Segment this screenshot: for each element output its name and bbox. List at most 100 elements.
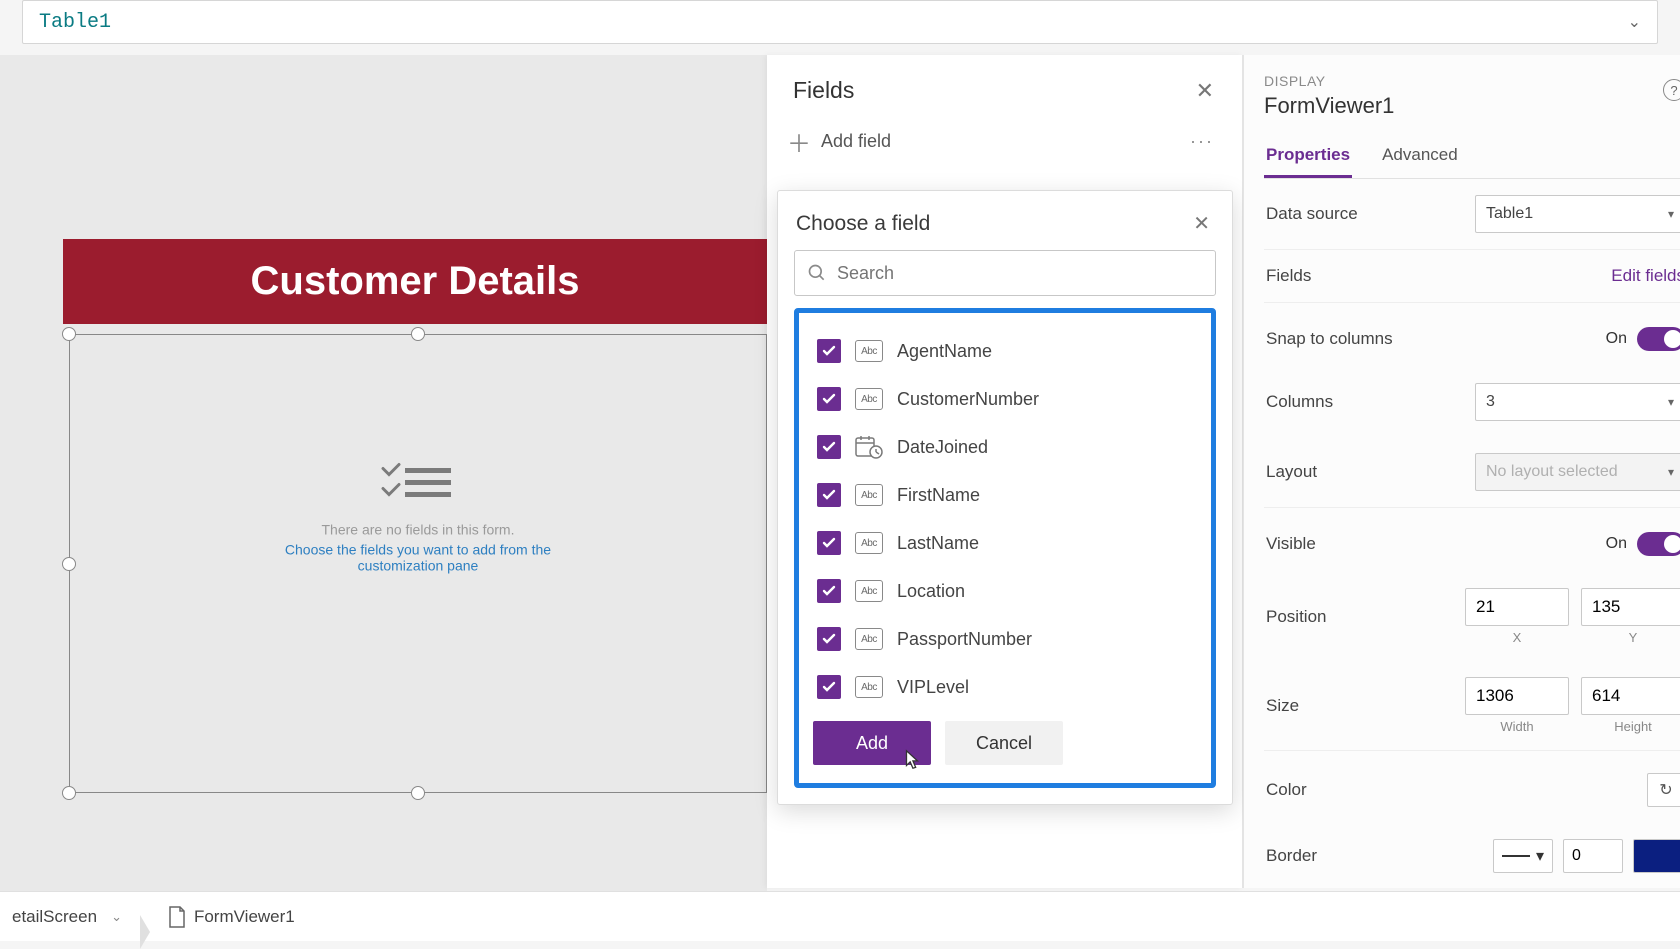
color-reset-button[interactable]: ↻ [1647,773,1680,807]
screen-title: Customer Details [251,259,580,304]
properties-panel: DISPLAY FormViewer1 ? Properties Advance… [1243,55,1680,888]
field-row[interactable]: Abc AgentName [807,327,1203,375]
field-search-input[interactable] [794,250,1216,296]
field-checkbox[interactable] [817,675,841,699]
breadcrumb: etailScreen ⌄ FormViewer1 [0,891,1680,941]
form-viewer-selection[interactable]: There are no fields in this form. Choose… [69,334,767,793]
resize-handle-ml[interactable] [62,557,76,571]
fields-panel-title: Fields [793,77,854,104]
formula-expand-icon[interactable]: ⌄ [1628,12,1641,32]
text-type-icon: Abc [855,676,883,698]
position-y-input[interactable] [1581,588,1680,626]
layout-dropdown[interactable]: No layout selected ▾ [1475,453,1680,491]
fields-more-menu-icon[interactable]: ··· [1190,131,1214,152]
chevron-down-icon: ▾ [1668,207,1674,221]
add-field-button[interactable]: ＋ Add field [787,124,891,159]
empty-form-text-2[interactable]: Choose the fields you want to add from t… [244,541,592,573]
field-row[interactable]: DateJoined [807,423,1203,471]
help-icon[interactable]: ? [1663,79,1680,101]
empty-form-placeholder: There are no fields in this form. Choose… [244,462,592,573]
text-type-icon: Abc [855,580,883,602]
empty-form-text-1: There are no fields in this form. [244,521,592,537]
add-field-label: Add field [821,131,891,152]
cursor-icon [901,749,923,771]
field-name-label: CustomerNumber [897,389,1039,410]
size-height-input[interactable] [1581,677,1680,715]
prop-color: Color ↻ [1264,751,1680,823]
data-source-dropdown[interactable]: Table1 ▾ [1475,195,1680,233]
text-type-icon: Abc [855,532,883,554]
text-type-icon: Abc [855,484,883,506]
field-checkbox[interactable] [817,435,841,459]
tab-properties[interactable]: Properties [1264,137,1352,178]
position-x-input[interactable] [1465,588,1569,626]
resize-handle-bl[interactable] [62,786,76,800]
field-checkbox[interactable] [817,579,841,603]
prop-columns: Columns 3 ▾ [1264,367,1680,437]
form-icon [168,906,186,928]
properties-tabs: Properties Advanced [1264,137,1680,179]
checklist-icon [381,462,455,511]
columns-dropdown[interactable]: 3 ▾ [1475,383,1680,421]
field-checkbox[interactable] [817,483,841,507]
plus-icon: ＋ [787,124,811,159]
field-row[interactable]: Abc LastName [807,519,1203,567]
snap-toggle[interactable] [1637,327,1680,351]
field-checkbox-list: Abc AgentName Abc CustomerNumber DateJoined A… [794,308,1216,788]
resize-handle-bc[interactable] [411,786,425,800]
prop-fields: Fields Edit fields [1264,250,1680,303]
field-name-label: DateJoined [897,437,988,458]
tab-advanced[interactable]: Advanced [1380,137,1460,178]
prop-data-source: Data source Table1 ▾ [1264,179,1680,250]
field-name-label: PassportNumber [897,629,1032,650]
field-search-text[interactable] [837,263,1203,284]
cancel-button[interactable]: Cancel [945,721,1063,765]
field-row[interactable]: Abc PassportNumber [807,615,1203,663]
close-choose-field-icon[interactable]: ✕ [1193,211,1210,236]
text-type-icon: Abc [855,388,883,410]
chevron-down-icon: ▾ [1536,846,1544,866]
chevron-down-icon: ▾ [1668,395,1674,409]
field-name-label: FirstName [897,485,980,506]
field-checkbox[interactable] [817,531,841,555]
search-icon [807,263,827,283]
resize-handle-tl[interactable] [62,327,76,341]
chevron-down-icon: ⌄ [111,909,122,925]
text-type-icon: Abc [855,340,883,362]
choose-field-popup: Choose a field ✕ Abc AgentName Abc Customer… [777,190,1233,805]
field-checkbox[interactable] [817,627,841,651]
prop-snap-to-columns: Snap to columns On [1264,303,1680,367]
field-checkbox[interactable] [817,387,841,411]
field-name-label: LastName [897,533,979,554]
fields-panel: Fields ✕ ＋ Add field ··· Choose a field … [767,55,1243,888]
field-name-label: AgentName [897,341,992,362]
border-line-icon [1502,854,1530,858]
size-width-input[interactable] [1465,677,1569,715]
datetime-type-icon [855,435,883,459]
field-row[interactable]: Abc FirstName [807,471,1203,519]
border-color-swatch[interactable] [1633,839,1680,873]
border-width-input[interactable] [1563,839,1623,873]
formula-text: Table1 [39,11,111,34]
formula-bar[interactable]: Table1 ⌄ [22,0,1658,44]
prop-border: Border ▾ [1264,823,1680,889]
properties-kicker: DISPLAY [1264,73,1680,89]
border-style-dropdown[interactable]: ▾ [1493,839,1553,873]
visible-toggle[interactable] [1637,532,1680,556]
prop-visible: Visible On [1264,508,1680,572]
field-row[interactable]: AbcVIPLevel [807,663,1203,711]
choose-field-title: Choose a field [796,212,930,236]
text-type-icon: Abc [855,628,883,650]
screen-title-bar: Customer Details [63,239,767,324]
edit-fields-link[interactable]: Edit fields [1611,266,1680,286]
close-fields-panel-icon[interactable]: ✕ [1196,78,1214,104]
chevron-down-icon: ▾ [1668,465,1674,479]
field-name-label: Location [897,581,965,602]
field-checkbox[interactable] [817,339,841,363]
breadcrumb-control[interactable]: FormViewer1 [140,906,313,928]
field-row[interactable]: Abc Location [807,567,1203,615]
breadcrumb-screen[interactable]: etailScreen ⌄ [0,907,140,927]
resize-handle-tc[interactable] [411,327,425,341]
field-row[interactable]: Abc CustomerNumber [807,375,1203,423]
prop-position: Position X Y [1264,572,1680,661]
